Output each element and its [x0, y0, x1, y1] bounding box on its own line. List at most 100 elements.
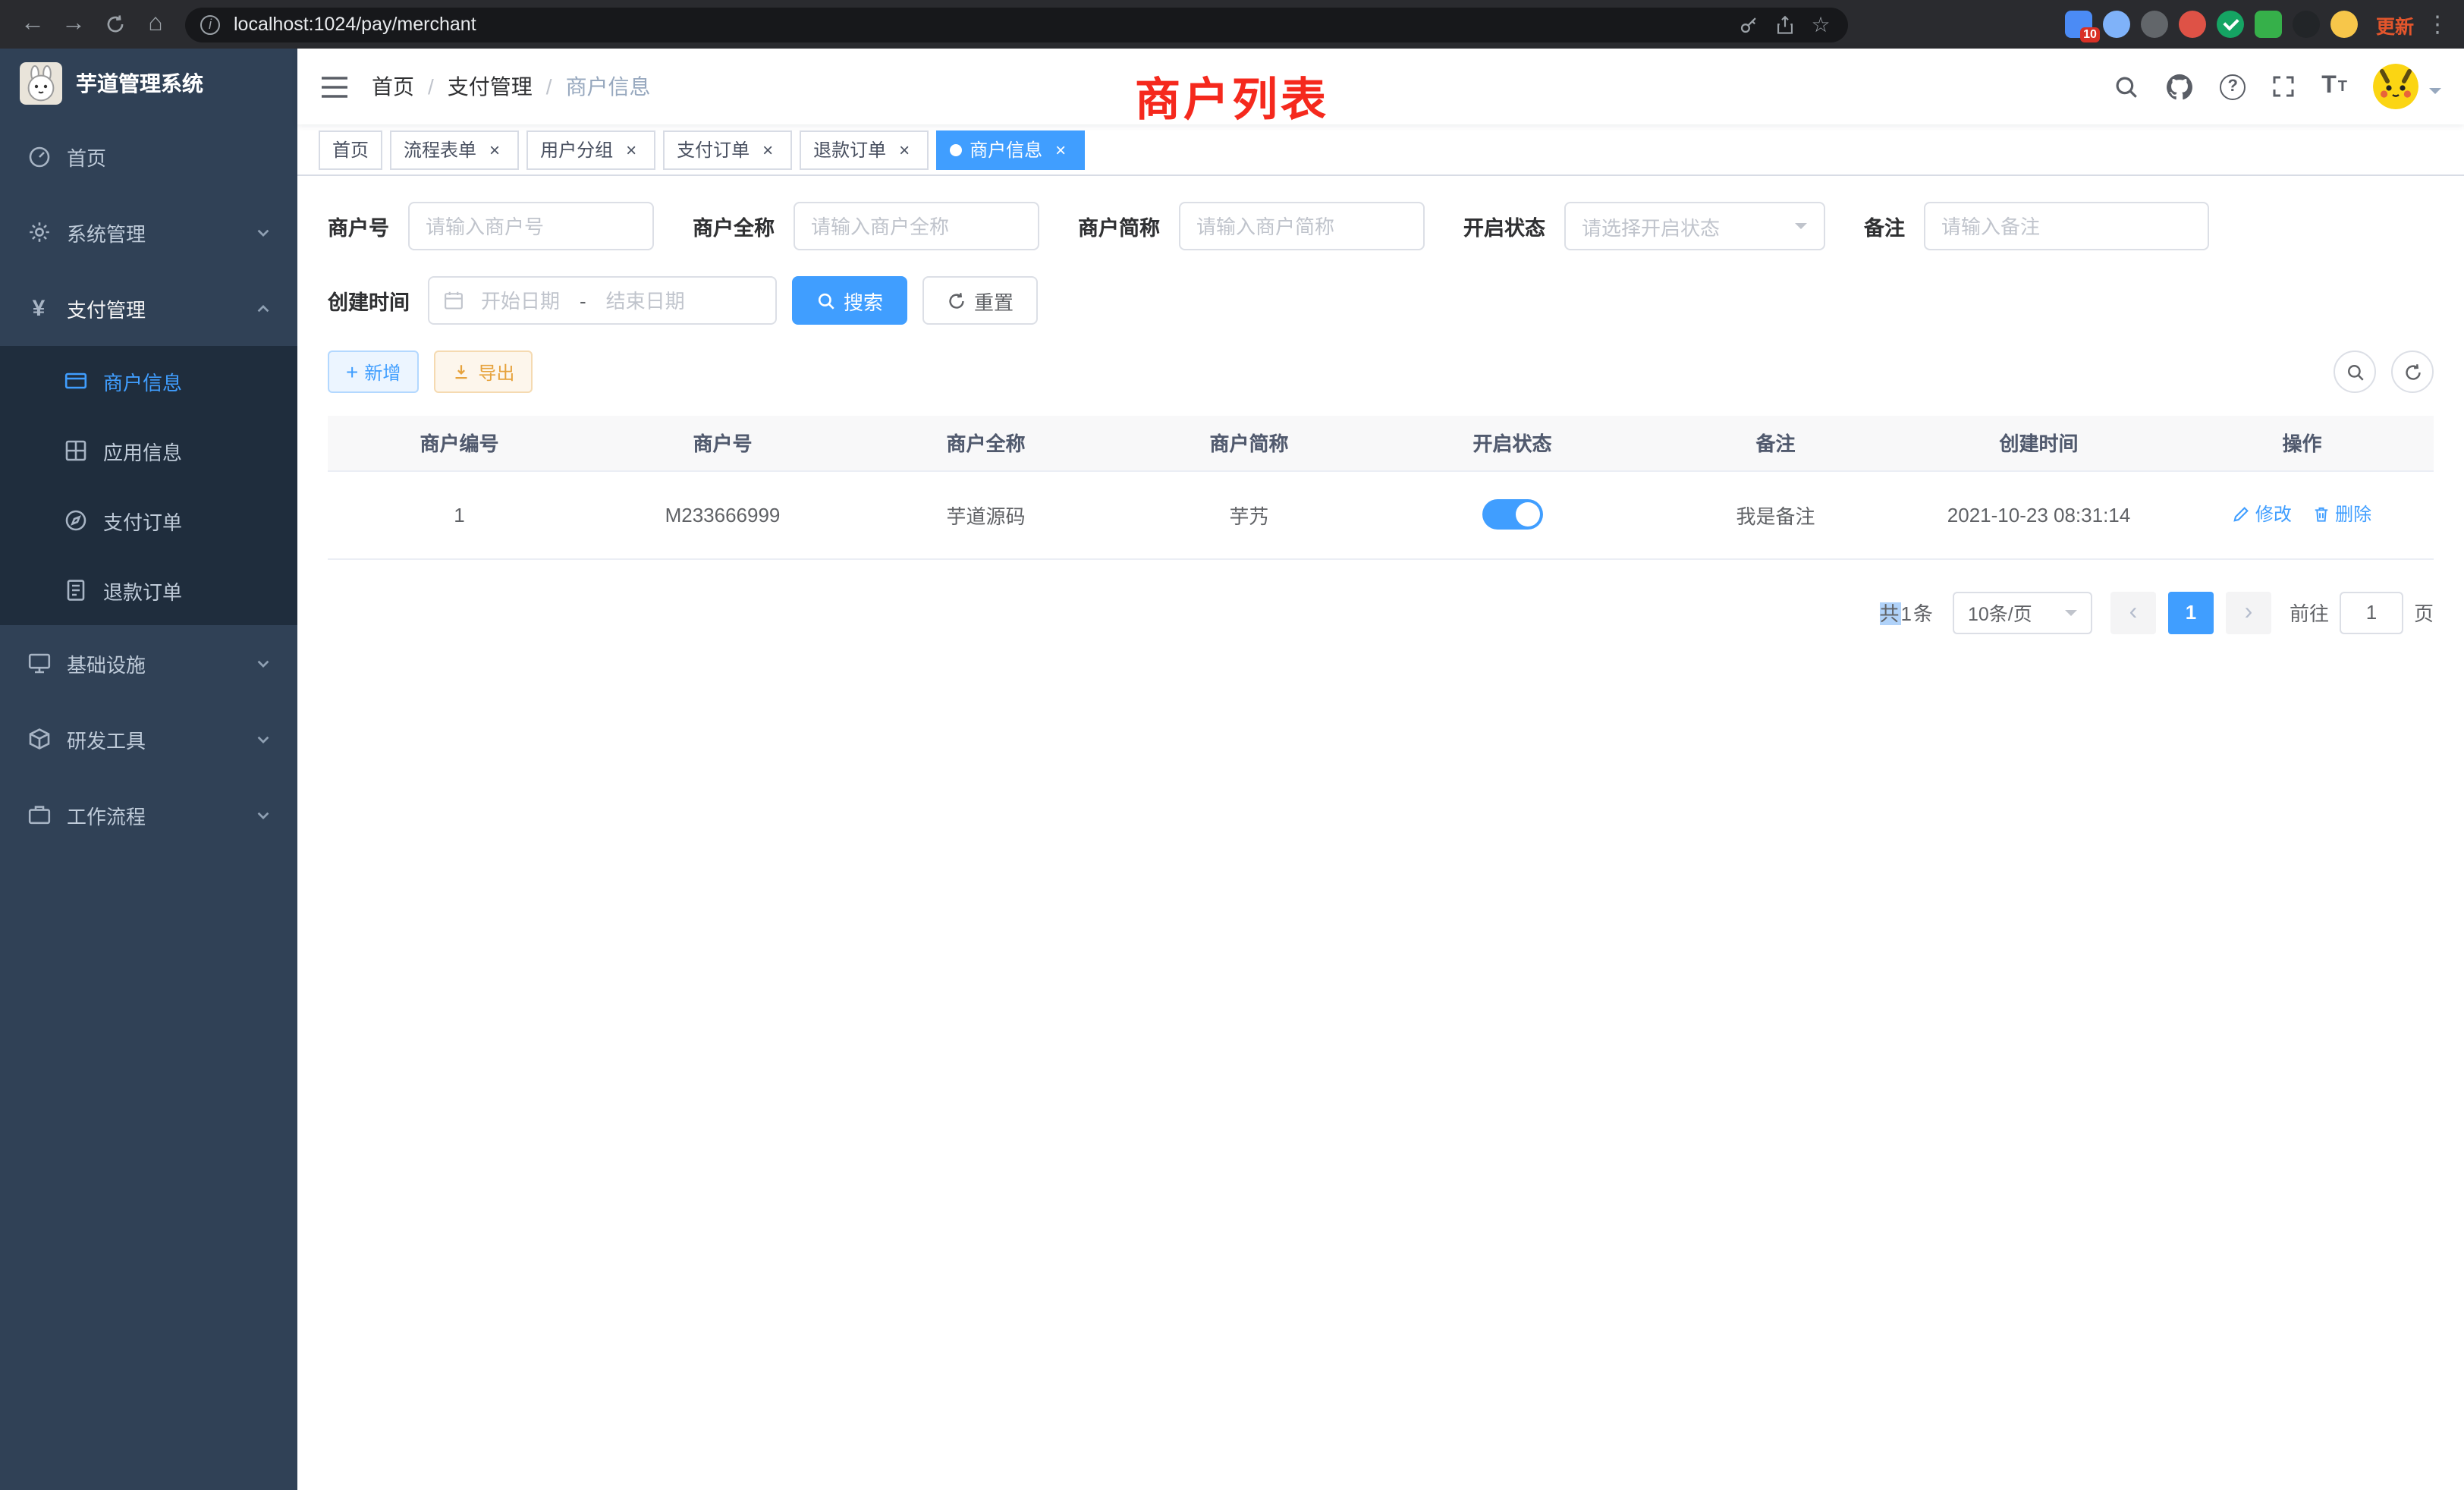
tab-home[interactable]: 首页 — [319, 130, 382, 169]
logo[interactable]: 芋道管理系统 — [0, 49, 297, 118]
sidebar-item-workflow[interactable]: 工作流程 — [0, 777, 297, 853]
sidebar-item-refund-order[interactable]: 退款订单 — [0, 555, 297, 625]
extension-icon-drop[interactable] — [2103, 11, 2130, 38]
share-icon[interactable] — [1766, 9, 1802, 39]
refresh-table-button[interactable] — [2391, 350, 2434, 393]
github-icon[interactable] — [2165, 72, 2194, 101]
card-icon — [62, 368, 88, 394]
reset-button[interactable]: 重置 — [922, 276, 1038, 325]
site-info-icon[interactable]: i — [200, 14, 220, 34]
status-select[interactable]: 请选择开启状态 — [1564, 202, 1824, 250]
extension-icon-check[interactable] — [2217, 11, 2244, 38]
end-date-input[interactable] — [589, 289, 702, 312]
status-toggle[interactable] — [1482, 499, 1543, 530]
avatar-caret-icon[interactable] — [2429, 87, 2441, 99]
cell-short-name: 芋艿 — [1117, 470, 1381, 558]
add-button[interactable]: + 新增 — [328, 350, 419, 393]
logo-avatar — [20, 62, 62, 105]
tab-merchant-info[interactable]: 商户信息 × — [936, 130, 1085, 169]
font-size-icon[interactable]: TT — [2321, 74, 2347, 99]
filter-label: 备注 — [1864, 211, 1905, 241]
start-date-input[interactable] — [464, 289, 577, 312]
extension-icon-dark[interactable] — [2293, 11, 2320, 38]
browser-refresh-icon[interactable] — [94, 4, 135, 45]
remark-input[interactable] — [1923, 202, 2208, 250]
browser-menu-icon[interactable]: ⋮ — [2426, 11, 2449, 38]
export-button-label: 导出 — [478, 359, 514, 385]
create-time-range-picker[interactable]: - — [428, 276, 777, 325]
page-size-select[interactable]: 10条/页 — [1953, 591, 2092, 633]
browser-back-icon[interactable]: ← — [12, 4, 53, 45]
plus-icon: + — [346, 361, 358, 382]
chrome-update-button[interactable]: 更新 — [2376, 10, 2414, 39]
delete-button[interactable]: 删除 — [2312, 501, 2371, 527]
table-row: 1 M233666999 芋道源码 芋艿 我是备注 2021-10-23 08:… — [328, 470, 2434, 558]
export-button[interactable]: 导出 — [434, 350, 533, 393]
col-actions: 操作 — [2170, 416, 2434, 470]
next-page-button[interactable]: › — [2226, 591, 2271, 633]
sidebar-item-label: 基础设施 — [67, 649, 146, 677]
chevron-up-icon — [255, 300, 272, 316]
extension-icon-red[interactable] — [2179, 11, 2206, 38]
close-icon[interactable]: × — [484, 139, 505, 160]
tab-refund-order[interactable]: 退款订单× — [800, 130, 929, 169]
short-name-input[interactable] — [1178, 202, 1424, 250]
col-merchant-id: 商户编号 — [328, 416, 591, 470]
sidebar-item-pay-order[interactable]: 支付订单 — [0, 486, 297, 555]
browser-forward-icon[interactable]: → — [53, 4, 94, 45]
search-button[interactable]: 搜索 — [792, 276, 907, 325]
tab-label: 商户信息 — [970, 137, 1042, 162]
close-icon[interactable]: × — [621, 139, 642, 160]
browser-chrome: ← → ⌂ i localhost:1024/pay/merchant ☆ 10 — [0, 0, 2464, 49]
page-1-button[interactable]: 1 — [2168, 591, 2214, 633]
close-icon[interactable]: × — [1050, 139, 1071, 160]
fullscreen-icon[interactable] — [2271, 74, 2296, 99]
sidebar-item-infrastructure[interactable]: 基础设施 — [0, 625, 297, 701]
sidebar-item-payment[interactable]: ¥ 支付管理 — [0, 270, 297, 346]
forward-glyph: → — [61, 11, 86, 38]
page-size-value: 10条/页 — [1968, 598, 2065, 627]
tab-pay-order[interactable]: 支付订单× — [663, 130, 792, 169]
tab-process-form[interactable]: 流程表单× — [390, 130, 519, 169]
url-bar[interactable]: i localhost:1024/pay/merchant ☆ — [185, 7, 1848, 42]
tags-view: 首页 流程表单× 用户分组× 支付订单× 退款订单× 商户信息 × — [297, 124, 2464, 176]
full-name-input[interactable] — [793, 202, 1039, 250]
extension-icon-smiley[interactable] — [2330, 11, 2358, 38]
browser-extensions: 10 更新 ⋮ — [2054, 10, 2452, 39]
user-avatar[interactable] — [2373, 64, 2418, 109]
sidebar-item-system[interactable]: 系统管理 — [0, 194, 297, 270]
sidebar-item-label: 研发工具 — [67, 725, 146, 753]
sidebar-item-merchant-info[interactable]: 商户信息 — [0, 346, 297, 416]
goto-suffix: 页 — [2414, 598, 2434, 627]
browser-home-icon[interactable]: ⌂ — [135, 4, 176, 45]
extension-icon-gray[interactable] — [2141, 11, 2168, 38]
close-icon[interactable]: × — [757, 139, 778, 160]
toggle-search-button[interactable] — [2334, 350, 2376, 393]
close-icon[interactable]: × — [894, 139, 915, 160]
sidebar: 芋道管理系统 首页 系统管理 ¥ 支付管理 — [0, 49, 297, 1490]
sidebar-item-app-info[interactable]: 应用信息 — [0, 416, 297, 486]
add-button-label: 新增 — [364, 359, 401, 385]
bookmark-star-icon[interactable]: ☆ — [1802, 9, 1839, 39]
compass-icon — [62, 508, 88, 533]
breadcrumb-payment[interactable]: 支付管理 — [448, 71, 533, 102]
total-prefix: 共 — [1879, 602, 1900, 625]
tab-user-group[interactable]: 用户分组× — [526, 130, 655, 169]
edit-button[interactable]: 修改 — [2233, 501, 2292, 527]
document-icon — [62, 577, 88, 603]
url-text: localhost:1024/pay/merchant — [234, 14, 1730, 35]
sidebar-item-dev-tools[interactable]: 研发工具 — [0, 701, 297, 777]
extension-icon-note[interactable] — [2255, 11, 2282, 38]
extension-icon-grid[interactable]: 10 — [2065, 11, 2092, 38]
password-key-icon[interactable] — [1730, 9, 1766, 39]
merchant-no-input[interactable] — [407, 202, 653, 250]
sidebar-item-home[interactable]: 首页 — [0, 118, 297, 194]
breadcrumb-home[interactable]: 首页 — [372, 71, 414, 102]
search-icon[interactable] — [2114, 74, 2139, 99]
edit-label: 修改 — [2255, 501, 2292, 527]
grid-icon — [62, 438, 88, 464]
hamburger-icon[interactable] — [320, 75, 349, 98]
goto-page-input[interactable] — [2340, 591, 2403, 633]
prev-page-button[interactable]: ‹ — [2110, 591, 2156, 633]
help-icon[interactable]: ? — [2220, 74, 2246, 99]
